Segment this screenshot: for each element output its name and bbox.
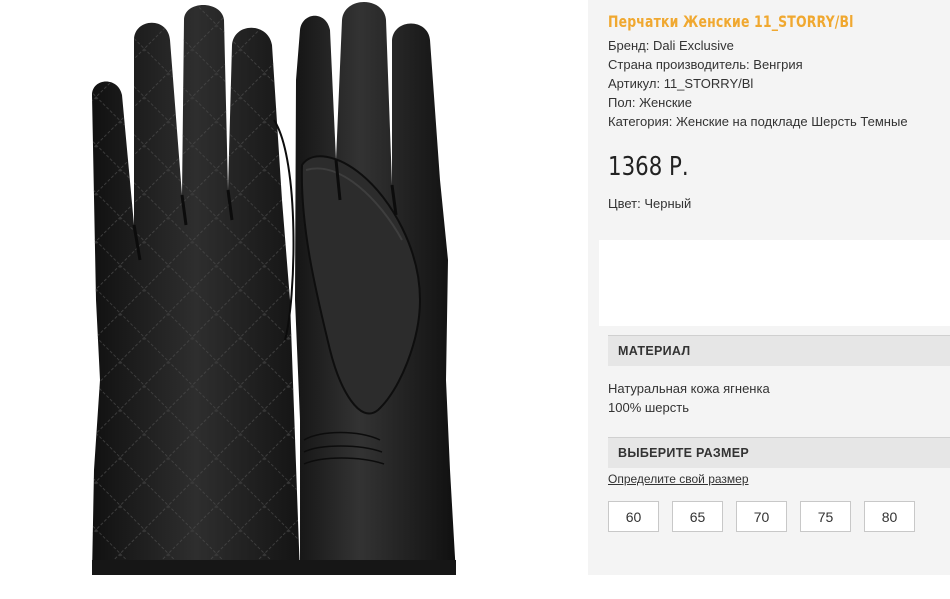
spec-brand: Бренд: Dali Exclusive xyxy=(608,38,734,53)
size-button-75[interactable]: 75 xyxy=(800,501,851,532)
product-color: Цвет: Черный xyxy=(608,196,692,211)
product-price: 1368 Р. xyxy=(608,152,689,182)
spec-country: Страна производитель: Венгрия xyxy=(608,57,803,72)
product-image[interactable] xyxy=(0,0,588,599)
size-button-65[interactable]: 65 xyxy=(672,501,723,532)
material-header: МАТЕРИАЛ xyxy=(608,335,950,366)
size-header: ВЫБЕРИТЕ РАЗМЕР xyxy=(608,437,950,468)
size-button-70[interactable]: 70 xyxy=(736,501,787,532)
empty-content-box xyxy=(599,240,950,326)
size-heading: ВЫБЕРИТЕ РАЗМЕР xyxy=(618,446,750,460)
glove-illustration xyxy=(92,2,456,575)
size-button-60[interactable]: 60 xyxy=(608,501,659,532)
material-line-2: 100% шерсть xyxy=(608,400,689,415)
material-line-1: Натуральная кожа ягненка xyxy=(608,381,770,396)
spec-article: Артикул: 11_STORRY/Bl xyxy=(608,76,754,91)
spec-gender: Пол: Женские xyxy=(608,95,693,110)
product-title: Перчатки Женские 11_STORRY/Bl xyxy=(608,12,854,31)
size-guide-link[interactable]: Определите свой размер xyxy=(608,472,749,486)
left-glove xyxy=(92,5,300,575)
spec-category: Категория: Женские на подкладе Шерсть Те… xyxy=(608,114,908,129)
size-button-80[interactable]: 80 xyxy=(864,501,915,532)
material-heading: МАТЕРИАЛ xyxy=(618,344,691,358)
right-glove xyxy=(295,2,456,575)
